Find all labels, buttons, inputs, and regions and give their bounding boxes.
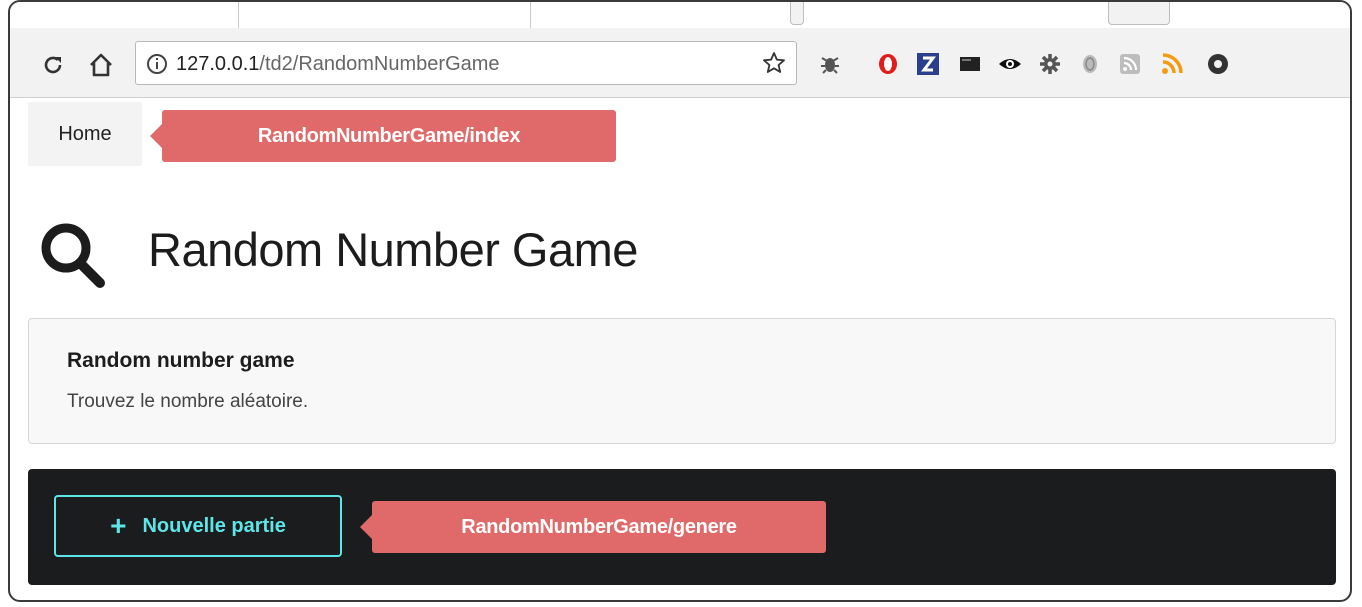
gear-extension-icon[interactable] xyxy=(1038,52,1062,76)
route-annotation-index: RandomNumberGame/index xyxy=(150,110,616,162)
rss-orange-icon[interactable] xyxy=(1160,52,1184,76)
url-text[interactable]: 127.0.0.1/td2/RandomNumberGame xyxy=(176,53,500,76)
opera-icon[interactable] xyxy=(876,52,900,76)
info-segment: Random number game Trouvez le nombre alé… xyxy=(28,318,1336,444)
new-game-button[interactable]: + Nouvelle partie xyxy=(54,495,342,557)
tab-divider xyxy=(530,2,531,28)
segment-description: Trouvez le nombre aléatoire. xyxy=(67,391,309,412)
route-annotation-label: RandomNumberGame/genere xyxy=(461,515,737,538)
eye-icon[interactable] xyxy=(998,52,1022,76)
home-label: Home xyxy=(58,122,112,145)
home-icon[interactable] xyxy=(88,52,114,78)
info-icon[interactable] xyxy=(146,53,168,75)
tab-divider xyxy=(238,2,239,28)
route-annotation-label: RandomNumberGame/index xyxy=(257,124,521,147)
tab-edge-shape xyxy=(790,2,804,25)
bookmark-star-icon[interactable] xyxy=(762,51,786,75)
zotero-icon[interactable] xyxy=(916,52,940,76)
fingerprint-icon[interactable] xyxy=(1078,52,1102,76)
new-game-label: Nouvelle partie xyxy=(142,514,286,537)
home-menu-item[interactable]: Home xyxy=(28,102,142,166)
terminal-icon[interactable] xyxy=(958,52,982,76)
browser-window: 127.0.0.1/td2/RandomNumberGame Home Rand… xyxy=(8,0,1352,602)
url-host: 127.0.0.1 xyxy=(176,53,260,75)
segment-header: Random number game xyxy=(67,349,295,372)
address-bar[interactable]: 127.0.0.1/td2/RandomNumberGame xyxy=(135,41,797,85)
page-title: Random Number Game xyxy=(148,223,638,276)
action-bar: + Nouvelle partie RandomNumberGame/gener… xyxy=(28,469,1336,585)
tab-strip xyxy=(10,2,1350,28)
reload-icon[interactable] xyxy=(40,52,66,78)
rss-gray-icon[interactable] xyxy=(1118,52,1142,76)
new-tab-button[interactable] xyxy=(1108,2,1170,25)
url-path: /td2/RandomNumberGame xyxy=(259,53,500,75)
chrome-icon[interactable] xyxy=(1206,52,1230,76)
bug-icon[interactable] xyxy=(818,52,842,76)
plus-icon: + xyxy=(110,510,127,541)
search-icon xyxy=(41,223,105,288)
browser-toolbar: 127.0.0.1/td2/RandomNumberGame xyxy=(10,28,1350,98)
route-annotation-genere: RandomNumberGame/genere xyxy=(360,501,826,553)
